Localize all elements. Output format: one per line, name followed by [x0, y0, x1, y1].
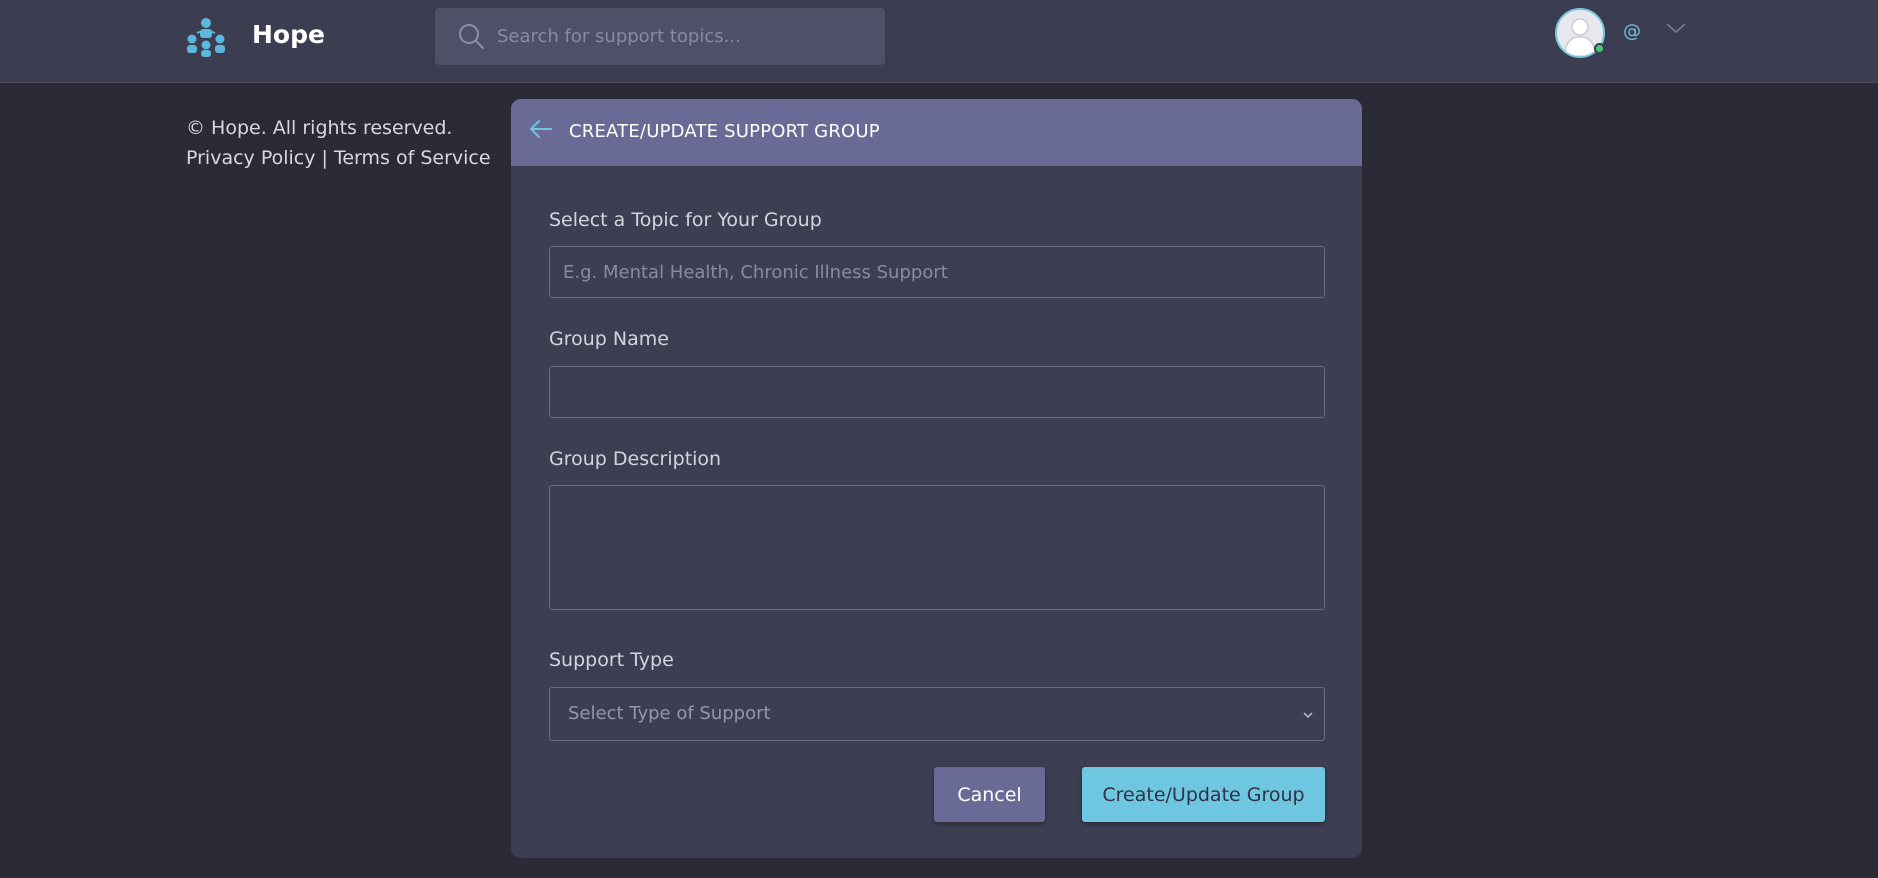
chevron-down-icon[interactable] — [1665, 20, 1687, 36]
chevron-down-icon — [1303, 712, 1313, 719]
app-name[interactable]: Hope — [252, 20, 325, 49]
copyright-text: © Hope. All rights reserved. — [186, 117, 453, 139]
group-name-label: Group Name — [549, 328, 669, 350]
support-group-form-card: CREATE/UPDATE SUPPORT GROUP Select a Top… — [511, 99, 1362, 858]
online-status-badge — [1594, 43, 1605, 54]
create-update-group-button[interactable]: Create/Update Group — [1082, 767, 1325, 822]
support-type-label: Support Type — [549, 649, 674, 671]
topic-input[interactable] — [549, 246, 1325, 298]
search-icon — [458, 23, 485, 50]
group-name-input[interactable] — [549, 366, 1325, 418]
legal-separator: | — [315, 147, 334, 169]
search-bar[interactable] — [435, 8, 885, 65]
top-header: Hope @ — [0, 0, 1878, 83]
terms-of-service-link[interactable]: Terms of Service — [334, 147, 491, 169]
form-title: CREATE/UPDATE SUPPORT GROUP — [569, 121, 880, 142]
card-header: CREATE/UPDATE SUPPORT GROUP — [511, 99, 1362, 166]
support-type-select[interactable]: Select Type of Support — [549, 687, 1325, 741]
community-logo-icon[interactable] — [185, 17, 227, 57]
arrow-left-icon[interactable] — [529, 118, 553, 140]
group-description-label: Group Description — [549, 448, 722, 470]
cancel-button[interactable]: Cancel — [934, 767, 1045, 822]
topic-label: Select a Topic for Your Group — [549, 209, 822, 231]
support-type-selected-value: Select Type of Support — [568, 703, 771, 724]
privacy-policy-link[interactable]: Privacy Policy — [186, 147, 315, 169]
user-handle[interactable]: @ — [1623, 21, 1641, 42]
search-input[interactable] — [497, 8, 867, 65]
legal-links: Privacy Policy | Terms of Service — [186, 147, 491, 169]
group-description-textarea[interactable] — [549, 485, 1325, 610]
